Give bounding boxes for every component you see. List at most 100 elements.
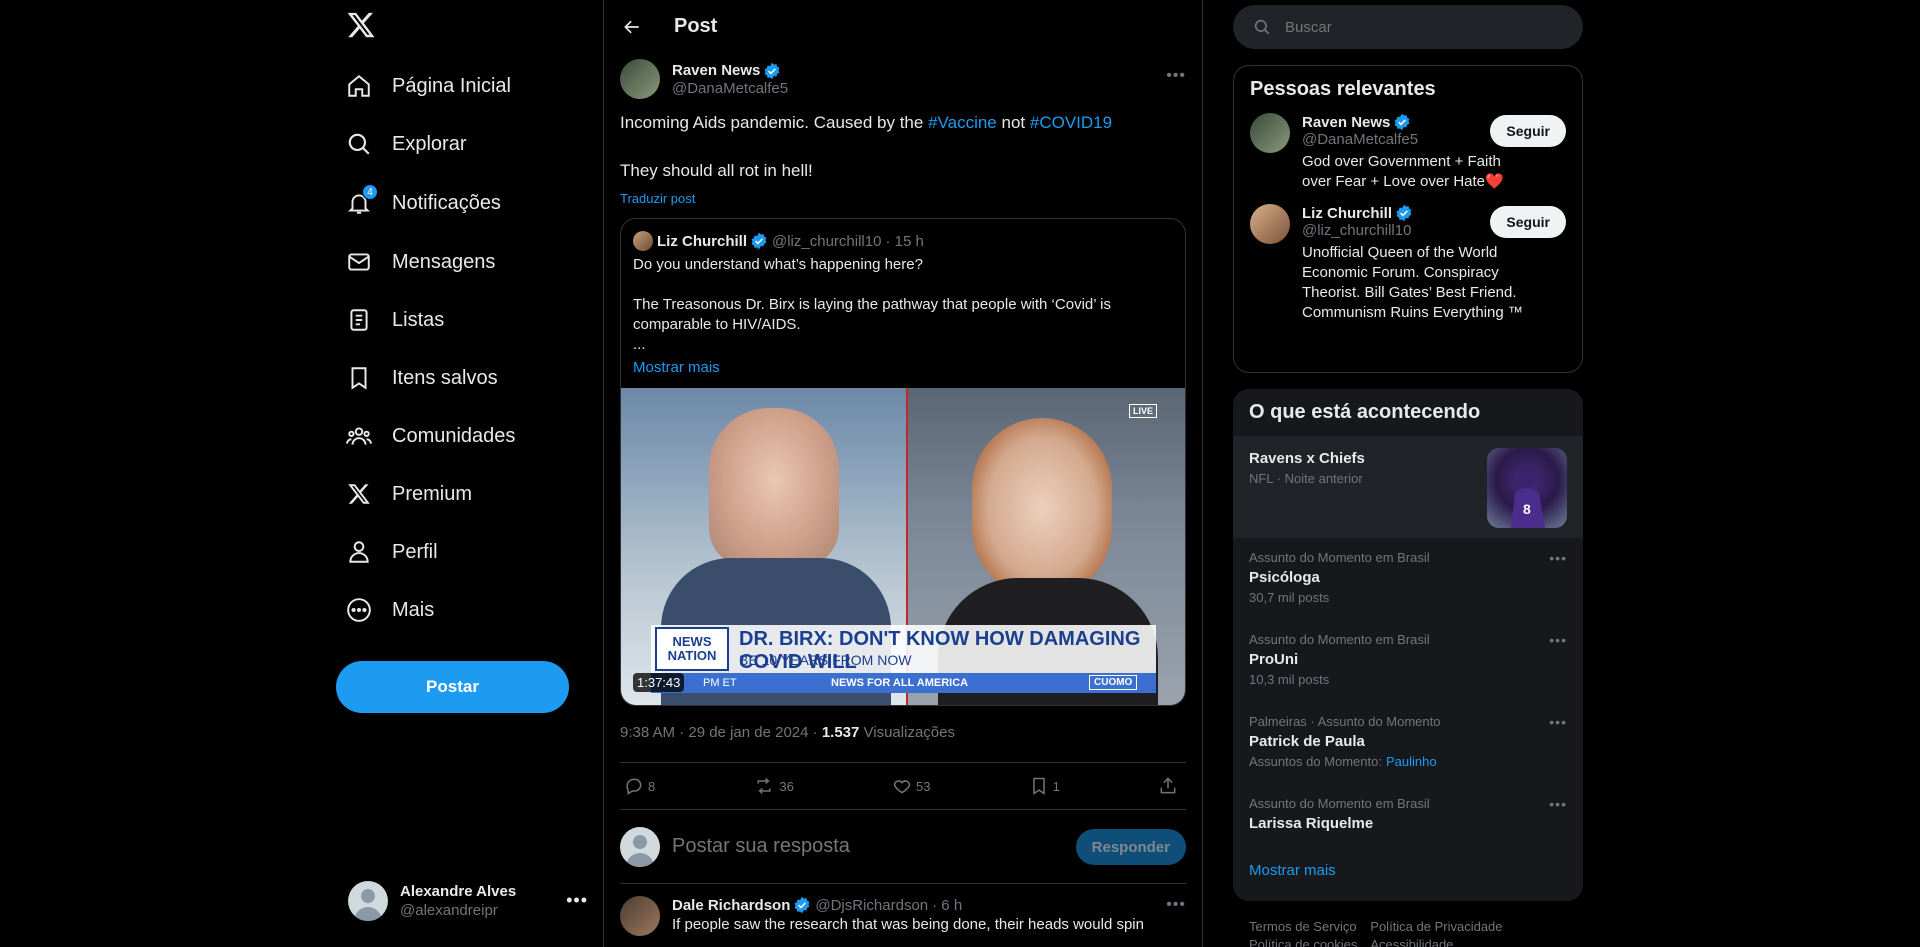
quoted-line: Do you understand what’s happening here? xyxy=(633,256,923,273)
quoted-line: The Treasonous Dr. Birx is laying the pa… xyxy=(633,296,1112,333)
x-logo-icon[interactable] xyxy=(346,10,380,44)
quoted-time: · 15 h xyxy=(885,232,924,250)
nav-item-more[interactable]: Mais xyxy=(346,588,434,632)
search-box[interactable] xyxy=(1233,5,1583,49)
nav-item-notifications[interactable]: 4 Notificações xyxy=(346,181,501,225)
verified-badge-icon xyxy=(1394,113,1410,131)
relevant-person[interactable]: Liz Churchill @liz_churchill10 Unofficia… xyxy=(1234,204,1582,335)
nav-label: Perfil xyxy=(392,540,438,563)
more-horizontal-icon[interactable]: ••• xyxy=(1549,796,1567,812)
video-person xyxy=(972,418,1112,598)
tweet-timestamp[interactable]: 9:38 AM · 29 de jan de 2024 · xyxy=(620,724,822,741)
repost-count: 36 xyxy=(779,778,794,794)
more-horizontal-icon[interactable]: ••• xyxy=(1549,550,1567,566)
post-button[interactable]: Postar xyxy=(336,661,569,713)
featured-trend[interactable]: Ravens x Chiefs NFL · Noite anterior 8 xyxy=(1233,436,1583,538)
person-name[interactable]: Liz Churchill xyxy=(1302,205,1392,222)
more-horizontal-icon[interactable]: ••• xyxy=(1549,632,1567,648)
back-arrow-icon[interactable] xyxy=(620,15,644,39)
share-button[interactable] xyxy=(1158,776,1182,796)
nav-item-lists[interactable]: Listas xyxy=(346,298,444,342)
nav-item-home[interactable]: Página Inicial xyxy=(346,64,511,108)
nav-item-profile[interactable]: Perfil xyxy=(346,530,438,574)
trend-item[interactable]: Assunto do Momento em Brasil ProUni 10,3… xyxy=(1233,620,1583,702)
author-handle[interactable]: @DanaMetcalfe5 xyxy=(672,80,788,97)
logo-text: NATION xyxy=(667,648,717,663)
author-avatar[interactable] xyxy=(620,896,660,936)
avatar[interactable] xyxy=(1250,113,1290,153)
footer-link[interactable]: Política de cookies xyxy=(1249,937,1357,947)
nav-label: Explorar xyxy=(392,132,467,155)
search-icon xyxy=(346,131,372,157)
tweet-text: Incoming Aids pandemic. Caused by the #V… xyxy=(620,111,1186,183)
show-more-link[interactable]: Mostrar mais xyxy=(1233,850,1583,891)
x-premium-icon xyxy=(346,481,372,507)
search-input[interactable] xyxy=(1285,18,1545,36)
footer-link[interactable]: Acessibilidade xyxy=(1370,937,1453,947)
left-navigation: Página Inicial Explorar 4 Notificações M… xyxy=(336,0,592,947)
author-avatar[interactable] xyxy=(620,59,660,99)
more-circle-icon xyxy=(346,597,372,623)
trend-item[interactable]: Palmeiras · Assunto do Momento Patrick d… xyxy=(1233,702,1583,784)
repost-button[interactable]: 36 xyxy=(753,776,794,796)
reply-input[interactable] xyxy=(672,835,1052,858)
author-name[interactable]: Raven News xyxy=(672,62,760,79)
more-horizontal-icon[interactable]: ••• xyxy=(1549,714,1567,730)
trend-context: Assunto do Momento em Brasil xyxy=(1249,632,1430,647)
nav-item-messages[interactable]: Mensagens xyxy=(346,240,495,284)
trend-title: ProUni xyxy=(1249,651,1299,668)
reply-count: 8 xyxy=(648,778,656,794)
reply-tweet[interactable]: Dale Richardson @DjsRichardson · 6 h If … xyxy=(604,884,1202,944)
follow-button[interactable]: Seguir xyxy=(1490,206,1566,238)
card-title: O que está acontecendo xyxy=(1249,401,1481,423)
page-title: Post xyxy=(674,15,718,37)
nav-label: Página Inicial xyxy=(392,74,511,97)
avatar[interactable] xyxy=(1250,204,1290,244)
footer-link[interactable]: Termos de Serviço xyxy=(1249,919,1357,934)
quoted-tweet[interactable]: Liz Churchill @liz_churchill10 · 15 h Do… xyxy=(620,218,1186,706)
footer-links: Termos de Serviço Política de Privacidad… xyxy=(1249,918,1579,947)
more-horizontal-icon[interactable]: ••• xyxy=(1166,896,1186,914)
trend-item[interactable]: Assunto do Momento em Brasil Larissa Riq… xyxy=(1233,784,1583,850)
nav-item-premium[interactable]: Premium xyxy=(346,472,472,516)
trends-card: O que está acontecendo Ravens x Chiefs N… xyxy=(1233,389,1583,901)
bookmark-count: 1 xyxy=(1052,778,1060,794)
views-label: Visualizações xyxy=(859,724,955,741)
logo-text: NEWS xyxy=(672,634,712,649)
hashtag-link[interactable]: #COVID19 xyxy=(1030,113,1112,132)
list-icon xyxy=(346,307,372,333)
share-icon xyxy=(1160,777,1176,794)
nav-label: Itens salvos xyxy=(392,366,498,389)
more-horizontal-icon[interactable]: ••• xyxy=(1166,67,1186,85)
footer-link[interactable]: Política de Privacidade xyxy=(1370,919,1502,934)
tweet-text-line: They should all rot in hell! xyxy=(620,161,813,180)
bookmark-icon xyxy=(1032,777,1045,795)
trend-count: 30,7 mil posts xyxy=(1249,590,1330,605)
bell-icon: 4 xyxy=(346,184,378,216)
like-button[interactable]: 53 xyxy=(892,776,930,796)
hashtag-link[interactable]: #Vaccine xyxy=(928,113,997,132)
nav-item-communities[interactable]: Comunidades xyxy=(346,414,515,458)
translate-link[interactable]: Traduzir post xyxy=(620,191,1186,206)
person-name[interactable]: Raven News xyxy=(1302,114,1390,131)
notification-badge: 4 xyxy=(362,184,378,200)
author-name[interactable]: Dale Richardson xyxy=(672,897,790,914)
trend-context: Palmeiras · Assunto do Momento xyxy=(1249,714,1441,729)
more-horizontal-icon[interactable]: ••• xyxy=(566,890,588,911)
trend-item[interactable]: Assunto do Momento em Brasil Psicóloga 3… xyxy=(1233,538,1583,620)
trend-related-link[interactable]: Paulinho xyxy=(1386,754,1437,769)
nav-item-explore[interactable]: Explorar xyxy=(346,122,466,166)
author-handle[interactable]: @DjsRichardson xyxy=(815,897,928,914)
avatar xyxy=(620,826,660,867)
reply-button[interactable]: 8 xyxy=(624,776,655,796)
relevant-person[interactable]: Raven News @DanaMetcalfe5 God over Gover… xyxy=(1234,113,1582,204)
nav-item-bookmarks[interactable]: Itens salvos xyxy=(346,356,498,400)
like-count: 53 xyxy=(915,778,931,794)
nav-label: Comunidades xyxy=(392,424,516,447)
video-player[interactable]: LIVE NEWS NATION DR. BIRX: DON'T KNOW HO… xyxy=(621,388,1185,705)
show-more-link[interactable]: Mostrar mais xyxy=(621,355,1185,388)
reply-submit-button[interactable]: Responder xyxy=(1075,829,1186,865)
bookmark-button[interactable]: 1 xyxy=(1029,776,1060,796)
follow-button[interactable]: Seguir xyxy=(1490,115,1566,147)
account-switcher[interactable]: Alexandre Alves @alexandreipr ••• xyxy=(348,876,588,926)
